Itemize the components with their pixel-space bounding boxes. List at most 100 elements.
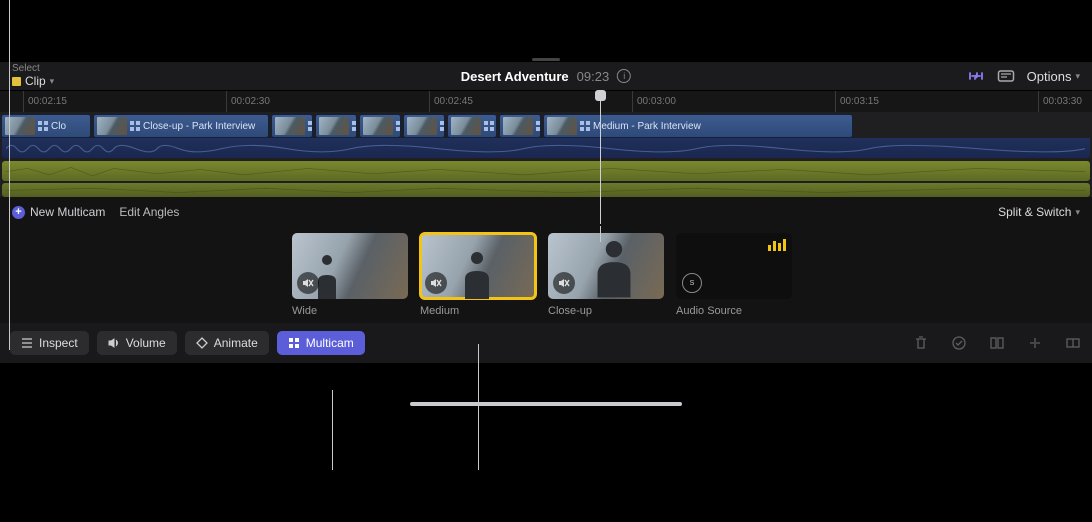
ruler-tick: 00:02:45 xyxy=(429,91,473,112)
multicam-panel: + New Multicam Edit Angles Split & Switc… xyxy=(0,197,1092,323)
multicam-grid-icon xyxy=(130,121,140,131)
angle-label: Close-up xyxy=(548,305,664,317)
angle-label: Audio Source xyxy=(676,305,792,317)
clip-segment[interactable]: Medium - Park Interview xyxy=(543,114,853,138)
audio-meter-icon xyxy=(768,239,786,251)
animate-button[interactable]: Animate xyxy=(185,331,269,355)
clip-thumbnail-icon xyxy=(547,117,577,135)
ruler-tick: 00:03:00 xyxy=(632,91,676,112)
multicam-grid-icon xyxy=(396,121,401,131)
ruler-tick: 00:02:30 xyxy=(226,91,270,112)
callout-line-icon xyxy=(9,0,10,240)
clip-thumbnail-icon xyxy=(451,117,481,135)
audio-source-icon: S xyxy=(682,273,702,293)
mute-icon[interactable] xyxy=(297,272,319,294)
callout-line-icon xyxy=(9,240,10,350)
clip-selector-value: Clip xyxy=(25,74,46,88)
playhead[interactable] xyxy=(600,94,601,224)
plus-icon: + xyxy=(12,206,25,219)
clip-segment[interactable]: W xyxy=(403,114,445,138)
project-duration: 09:23 xyxy=(577,69,610,84)
overwrite-icon[interactable] xyxy=(1064,334,1082,352)
multicam-button[interactable]: Multicam xyxy=(277,331,365,355)
clip-thumbnail-icon xyxy=(275,117,305,135)
resize-grip-icon[interactable] xyxy=(532,58,560,61)
display-options-icon[interactable] xyxy=(997,69,1015,83)
clip-thumbnail-icon xyxy=(407,117,437,135)
svg-text:S: S xyxy=(690,280,695,287)
multicam-grid-icon xyxy=(352,121,357,131)
clip-segment[interactable]: Clo xyxy=(1,114,91,138)
volume-label: Volume xyxy=(126,336,166,350)
volume-button[interactable]: Volume xyxy=(97,331,177,355)
audio-track-1[interactable] xyxy=(2,161,1090,181)
snap-icon[interactable] xyxy=(967,69,985,83)
clip-thumbnail-icon xyxy=(319,117,349,135)
clip-segment[interactable]: W xyxy=(271,114,313,138)
inspect-button[interactable]: Inspect xyxy=(10,331,89,355)
clip-label: Close-up - Park Interview xyxy=(143,121,255,132)
multicam-grid-icon xyxy=(440,121,445,131)
time-ruler[interactable]: 00:02:15 00:02:30 00:02:45 00:03:00 00:0… xyxy=(0,90,1092,112)
clip-segment[interactable]: W xyxy=(499,114,541,138)
inspect-label: Inspect xyxy=(39,336,78,350)
angle-wide[interactable]: Wide xyxy=(292,233,408,317)
multicam-grid-icon xyxy=(580,121,590,131)
timeline-tracks[interactable]: CloClose-up - Park InterviewWWWWClWMediu… xyxy=(0,112,1092,197)
multicam-grid-icon xyxy=(308,121,313,131)
mute-icon[interactable] xyxy=(553,272,575,294)
select-label: Select xyxy=(12,64,54,74)
angle-row: Wide Medium Close-up S xyxy=(12,233,1080,317)
clip-label: Medium - Park Interview xyxy=(593,121,701,132)
timeline-header: Select Clip ▾ Desert Adventure 09:23 i O… xyxy=(0,62,1092,90)
clip-label: Clo xyxy=(51,121,66,132)
clip-thumbnail-icon xyxy=(97,117,127,135)
info-icon[interactable]: i xyxy=(617,69,631,83)
multicam-label: Multicam xyxy=(306,336,354,350)
angle-closeup[interactable]: Close-up xyxy=(548,233,664,317)
callout-line-icon xyxy=(478,344,479,470)
clip-thumbnail-icon xyxy=(363,117,393,135)
horizontal-scrubber[interactable] xyxy=(410,402,682,406)
options-button[interactable]: Options ▾ xyxy=(1027,69,1080,84)
project-title-area: Desert Adventure 09:23 i xyxy=(461,69,631,84)
clip-audio-track[interactable] xyxy=(2,138,1090,158)
trash-icon[interactable] xyxy=(912,334,930,352)
split-switch-button[interactable]: Split & Switch ▾ xyxy=(998,205,1080,219)
clip-thumbnail-icon xyxy=(503,117,533,135)
audio-track-2[interactable] xyxy=(2,183,1090,197)
clip-color-icon xyxy=(12,77,21,86)
multicam-grid-icon xyxy=(536,121,541,131)
insert-icon[interactable] xyxy=(1026,334,1044,352)
split-icon[interactable] xyxy=(988,334,1006,352)
clip-segment[interactable]: Close-up - Park Interview xyxy=(93,114,269,138)
angle-medium[interactable]: Medium xyxy=(420,233,536,317)
angle-label: Medium xyxy=(420,305,536,317)
chevron-down-icon: ▾ xyxy=(1075,207,1080,218)
ruler-tick: 00:02:15 xyxy=(23,91,67,112)
edit-angles-button[interactable]: Edit Angles xyxy=(119,205,179,219)
new-multicam-label: New Multicam xyxy=(30,205,105,219)
bottom-toolbar: Inspect Volume Animate Multicam xyxy=(0,323,1092,363)
chevron-down-icon: ▾ xyxy=(50,76,55,87)
chevron-down-icon: ▾ xyxy=(1075,71,1080,82)
callout-line-icon xyxy=(600,226,601,242)
angle-audio-source[interactable]: S Audio Source xyxy=(676,233,792,317)
split-switch-label: Split & Switch xyxy=(998,205,1071,219)
new-multicam-button[interactable]: + New Multicam xyxy=(12,205,105,219)
clip-segment[interactable]: Cl xyxy=(447,114,497,138)
multicam-grid-icon xyxy=(38,121,48,131)
mute-icon[interactable] xyxy=(425,272,447,294)
clip-selector[interactable]: Clip ▾ xyxy=(12,74,54,88)
options-label: Options xyxy=(1027,69,1072,84)
clip-segment[interactable]: W xyxy=(315,114,357,138)
ruler-tick: 00:03:30 xyxy=(1038,91,1082,112)
project-title: Desert Adventure xyxy=(461,69,569,84)
animate-label: Animate xyxy=(214,336,258,350)
video-track[interactable]: CloClose-up - Park InterviewWWWWClWMediu… xyxy=(0,112,1092,138)
clip-segment[interactable]: W xyxy=(359,114,401,138)
angle-label: Wide xyxy=(292,305,408,317)
approve-icon[interactable] xyxy=(950,334,968,352)
multicam-grid-icon xyxy=(484,121,494,131)
ruler-tick: 00:03:15 xyxy=(835,91,879,112)
